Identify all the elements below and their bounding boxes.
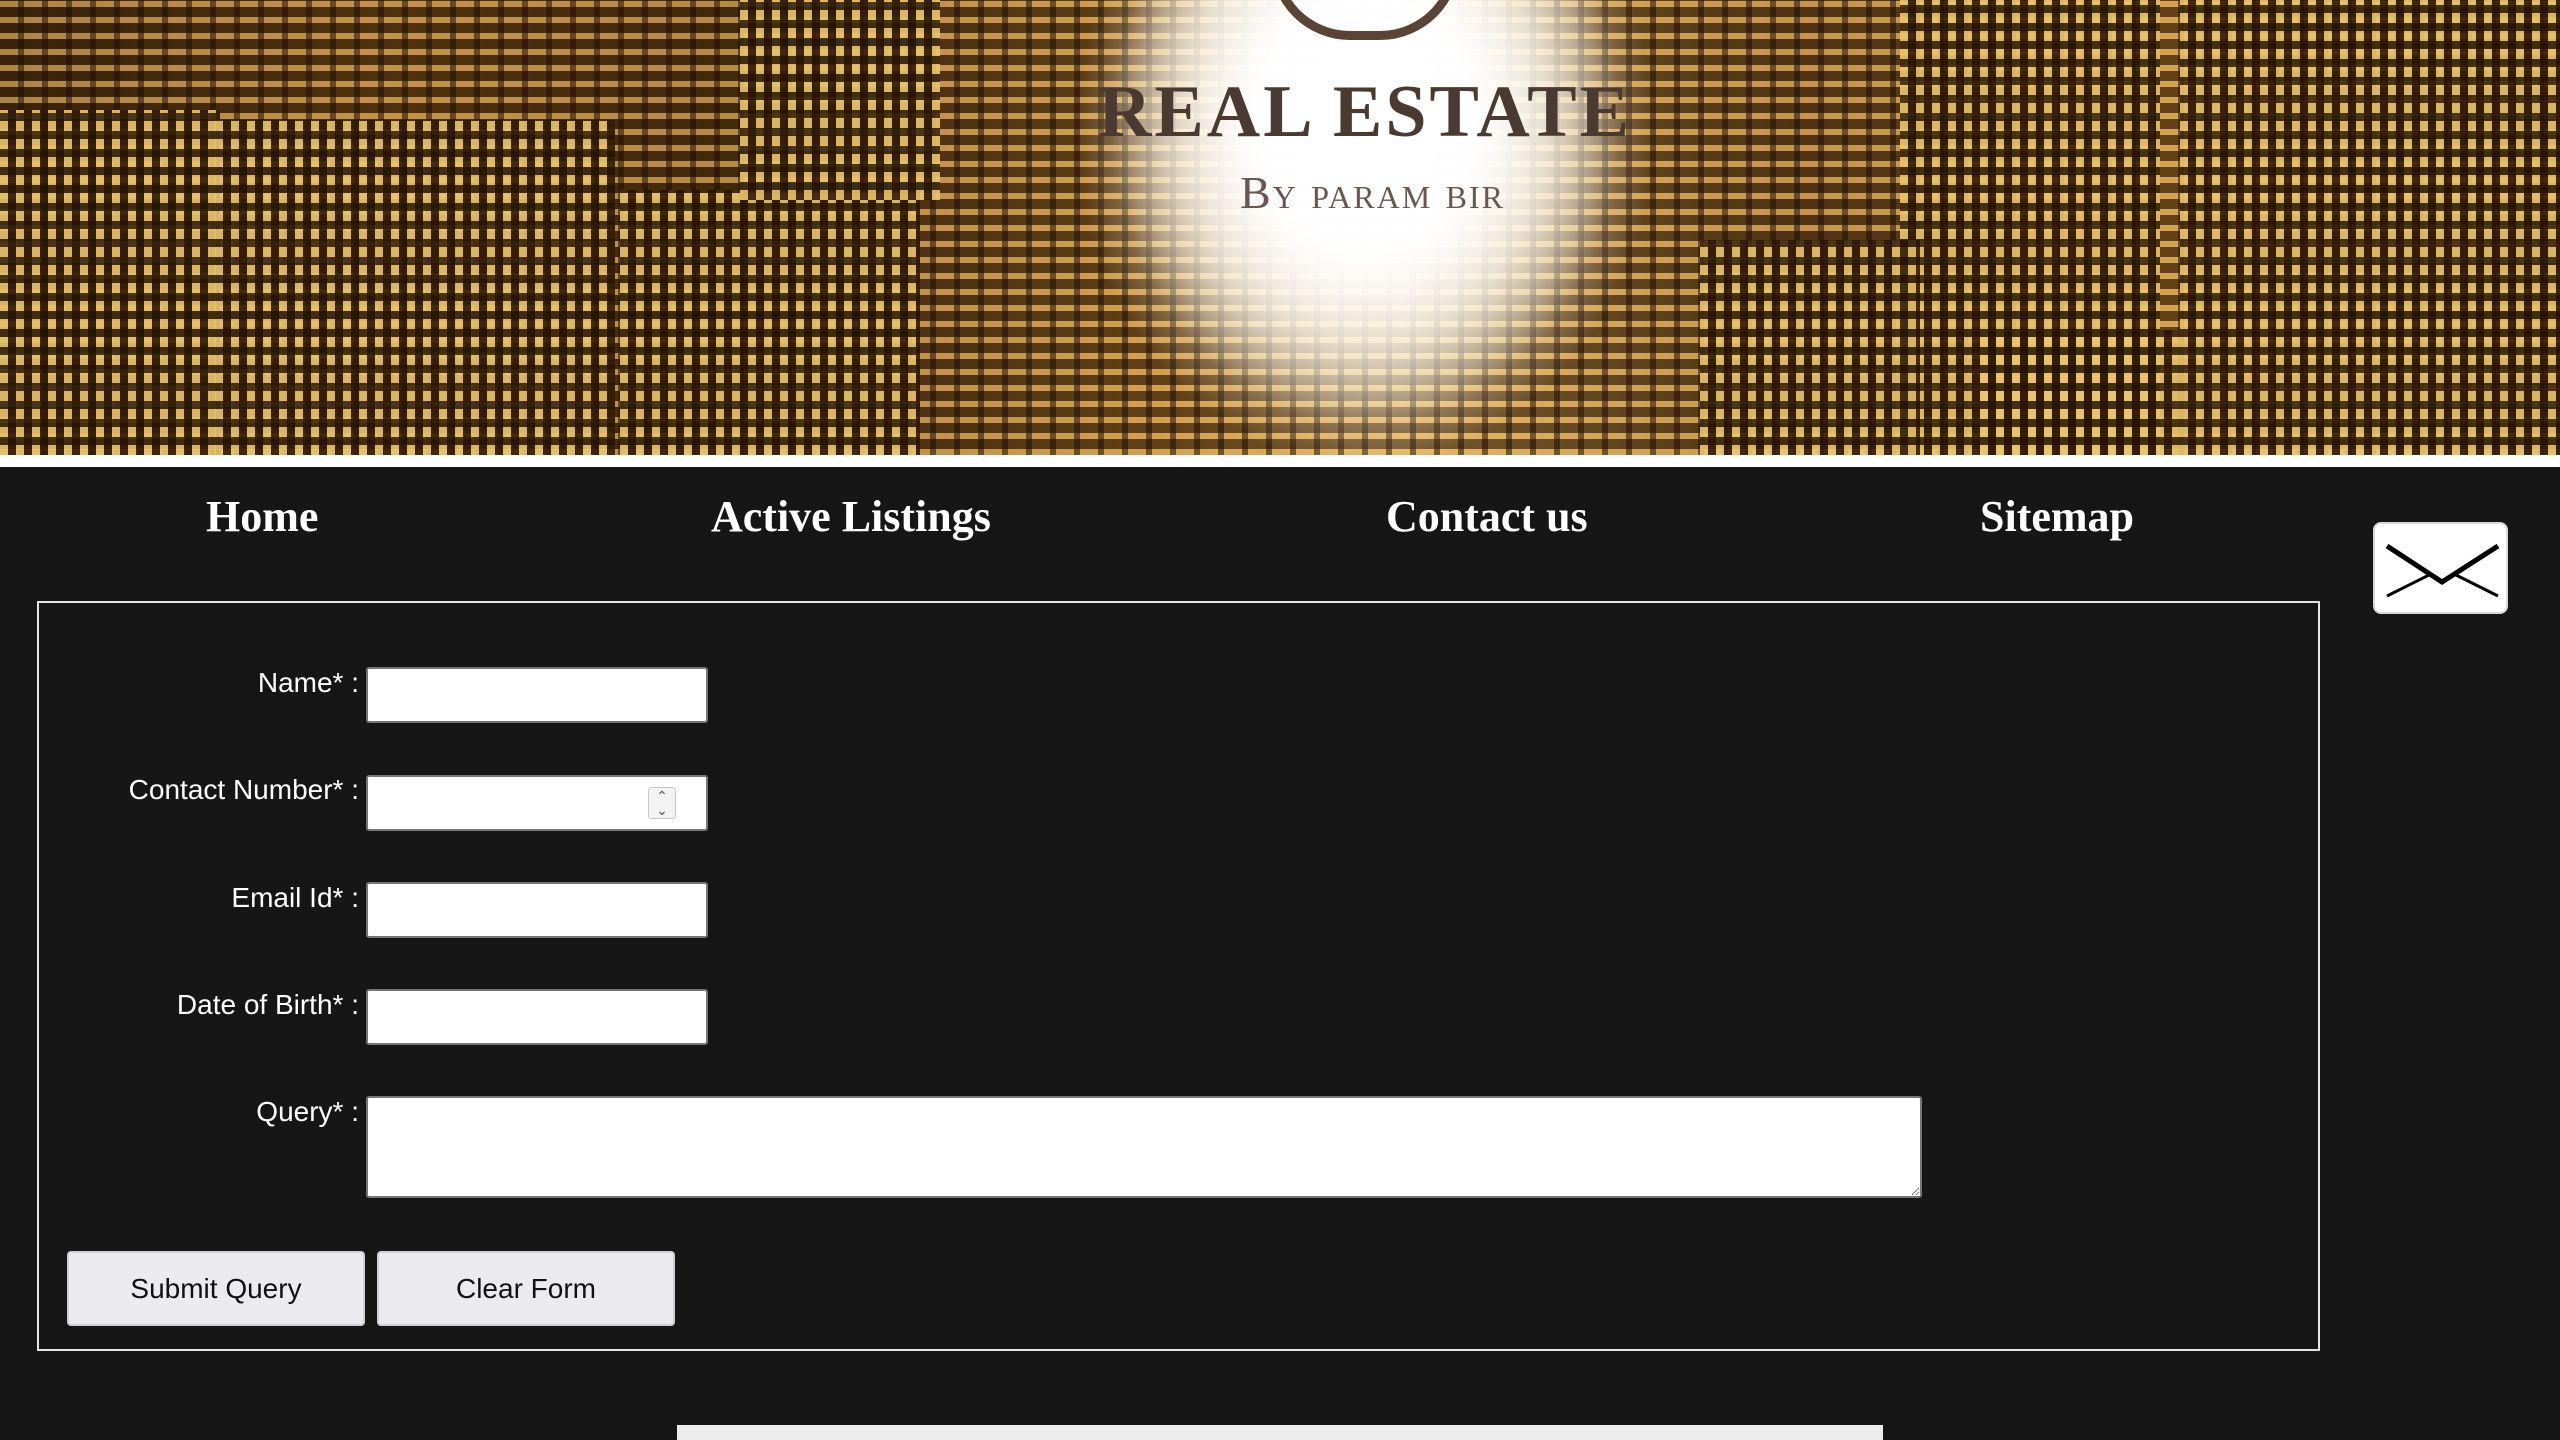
date-of-birth-input[interactable] [366,989,708,1045]
chevron-down-icon[interactable]: ⌄ [649,803,675,817]
nav-home[interactable]: Home [206,491,318,542]
banner-divider [0,455,2560,467]
email-label: Email Id* : [231,882,359,913]
envelope-icon [2385,543,2500,598]
query-textarea[interactable] [366,1096,1922,1198]
main-nav: Home Active Listings Contact us Sitemap [0,467,2560,567]
mail-button[interactable] [2373,522,2508,614]
chevron-up-icon[interactable]: ⌃ [649,789,675,803]
query-label: Query* : [256,1096,359,1127]
contact-number-label: Contact Number* : [128,774,359,805]
name-input[interactable] [366,667,708,723]
header-banner: REAL ESTATE By param bir [0,0,2560,455]
logo-glow [0,0,2560,455]
nav-active-listings[interactable]: Active Listings [711,491,991,542]
footer-panel [677,1425,1883,1440]
nav-contact-us[interactable]: Contact us [1386,491,1588,542]
name-label: Name* : [257,667,359,698]
date-of-birth-label: Date of Birth* : [176,989,359,1020]
email-input[interactable] [366,882,708,938]
nav-sitemap[interactable]: Sitemap [1980,491,2134,542]
number-spinner[interactable]: ⌃ ⌄ [648,787,676,819]
clear-form-button[interactable]: Clear Form [377,1251,675,1326]
brand-title: REAL ESTATE [1097,71,1633,153]
submit-query-button[interactable]: Submit Query [67,1251,365,1326]
brand-subtitle: By param bir [1239,167,1505,218]
